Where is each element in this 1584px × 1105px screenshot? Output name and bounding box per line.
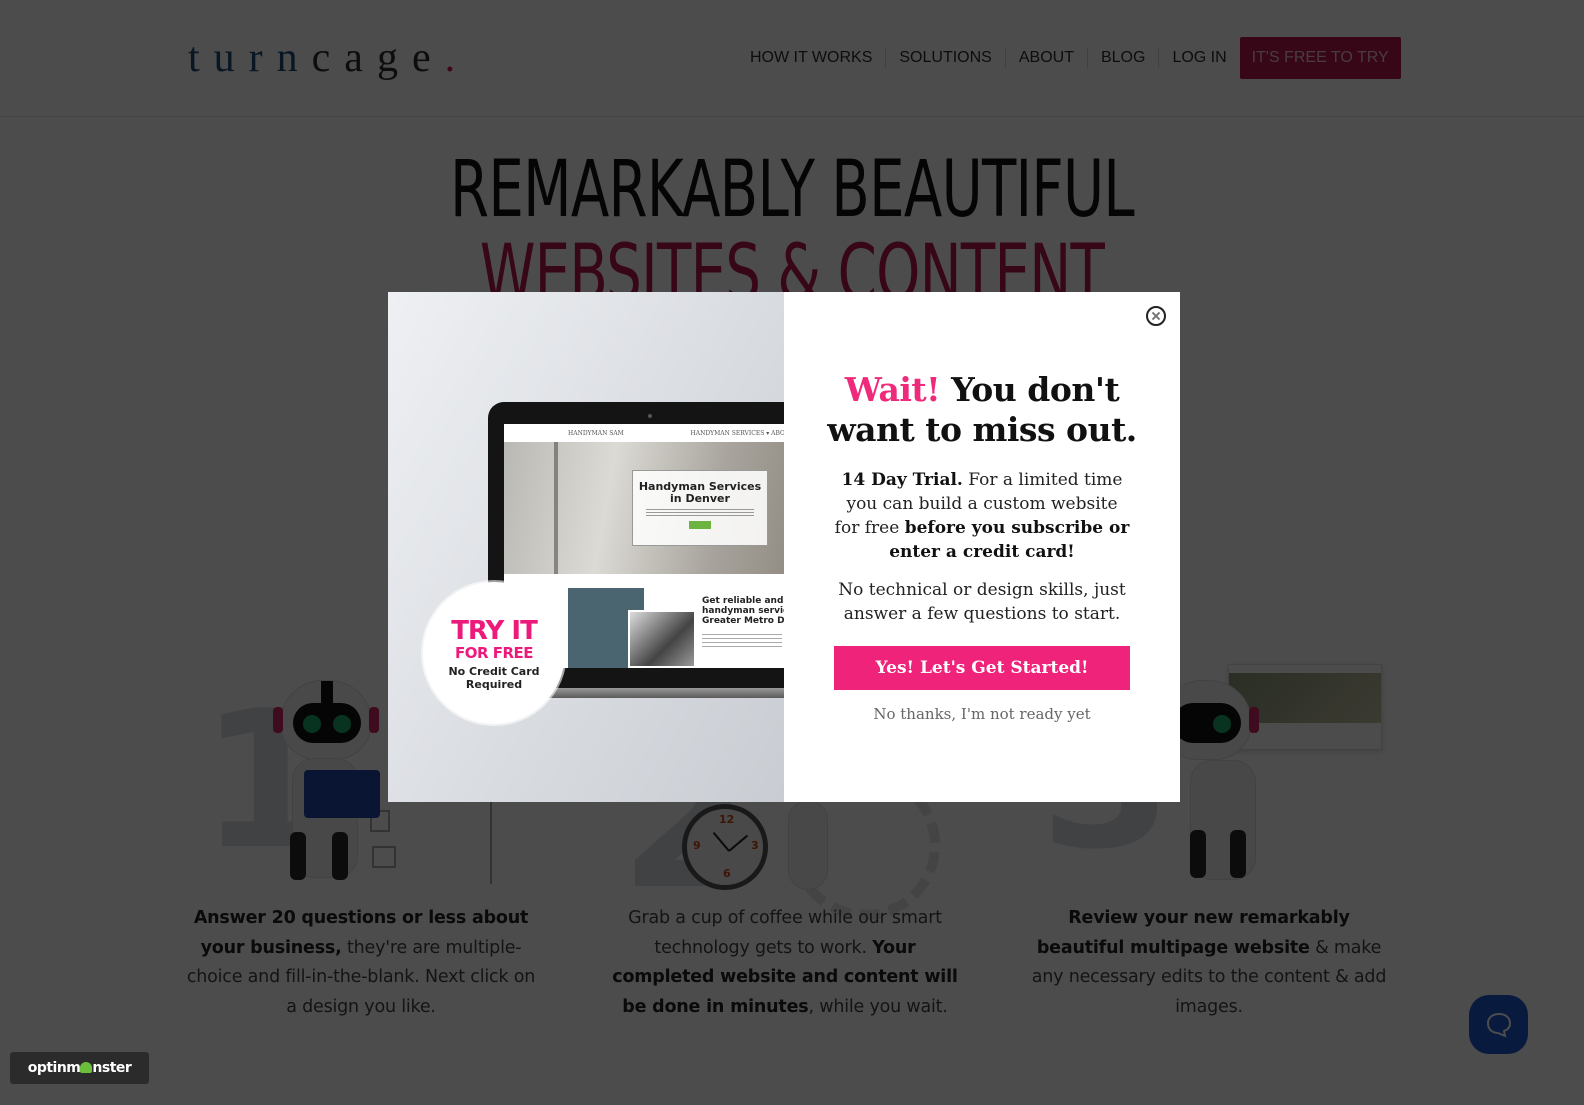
optinmonster-badge[interactable]: optinm nster bbox=[10, 1052, 149, 1084]
badge-no-credit-card: No Credit Card bbox=[448, 665, 540, 678]
preview-site-hero: Handyman Services in Denver bbox=[504, 442, 784, 574]
handyman-photo bbox=[628, 610, 696, 668]
laptop-camera bbox=[648, 414, 652, 418]
badge-required: Required bbox=[465, 678, 523, 691]
popup-title: Wait! You don't want to miss out. bbox=[784, 370, 1180, 450]
try-free-badge: TRY IT FOR FREE No Credit Card Required bbox=[423, 582, 565, 724]
popup-title-part2: want to miss out. bbox=[827, 410, 1137, 449]
badge-for-free: FOR FREE bbox=[454, 644, 534, 662]
popup-title-part1: You don't bbox=[940, 370, 1120, 409]
shower-glass bbox=[554, 442, 558, 574]
om-text-2: nster bbox=[92, 1060, 132, 1076]
badge-try-it: TRY IT bbox=[451, 616, 538, 646]
preview-site-brand: HANDYMAN SAM bbox=[568, 429, 624, 437]
preview-section-heading: Get reliable and affordable handyman ser… bbox=[702, 596, 784, 626]
popup-image-panel: HANDYMAN SAM HANDYMAN SERVICES ▾ ABOUT H… bbox=[388, 292, 784, 802]
popup-skills-text: No technical or design skills, just answ… bbox=[838, 580, 1126, 624]
exit-intent-popup: HANDYMAN SAM HANDYMAN SERVICES ▾ ABOUT H… bbox=[388, 292, 1180, 802]
preview-hero-button bbox=[689, 521, 711, 529]
preview-section-text bbox=[702, 634, 782, 648]
om-text-1: optinm bbox=[27, 1060, 81, 1076]
trial-label: 14 Day Trial. bbox=[841, 470, 963, 490]
close-icon[interactable] bbox=[1146, 306, 1166, 326]
preview-site-nav: HANDYMAN SAM HANDYMAN SERVICES ▾ ABOUT bbox=[504, 424, 784, 442]
decline-link[interactable]: No thanks, I'm not ready yet bbox=[784, 704, 1180, 724]
heading-line: Get reliable and affordable bbox=[702, 596, 784, 606]
heading-line: Greater Metro Denver bbox=[702, 616, 784, 626]
preview-hero-title-2: in Denver bbox=[670, 492, 730, 505]
get-started-button[interactable]: Yes! Let's Get Started! bbox=[834, 646, 1130, 690]
preview-hero-text bbox=[646, 509, 754, 517]
popup-trial-text: 14 Day Trial. For a limited time you can… bbox=[832, 468, 1132, 564]
trial-emphasis: before you subscribe or enter a credit c… bbox=[889, 518, 1130, 562]
popup-content-panel: Wait! You don't want to miss out. 14 Day… bbox=[784, 292, 1180, 802]
heading-line: handyman services in bbox=[702, 606, 784, 616]
monster-icon bbox=[80, 1062, 93, 1073]
preview-hero-card: Handyman Services in Denver bbox=[632, 470, 768, 546]
popup-title-accent: Wait! bbox=[844, 370, 941, 409]
preview-site-menu: HANDYMAN SERVICES ▾ ABOUT bbox=[690, 429, 784, 437]
